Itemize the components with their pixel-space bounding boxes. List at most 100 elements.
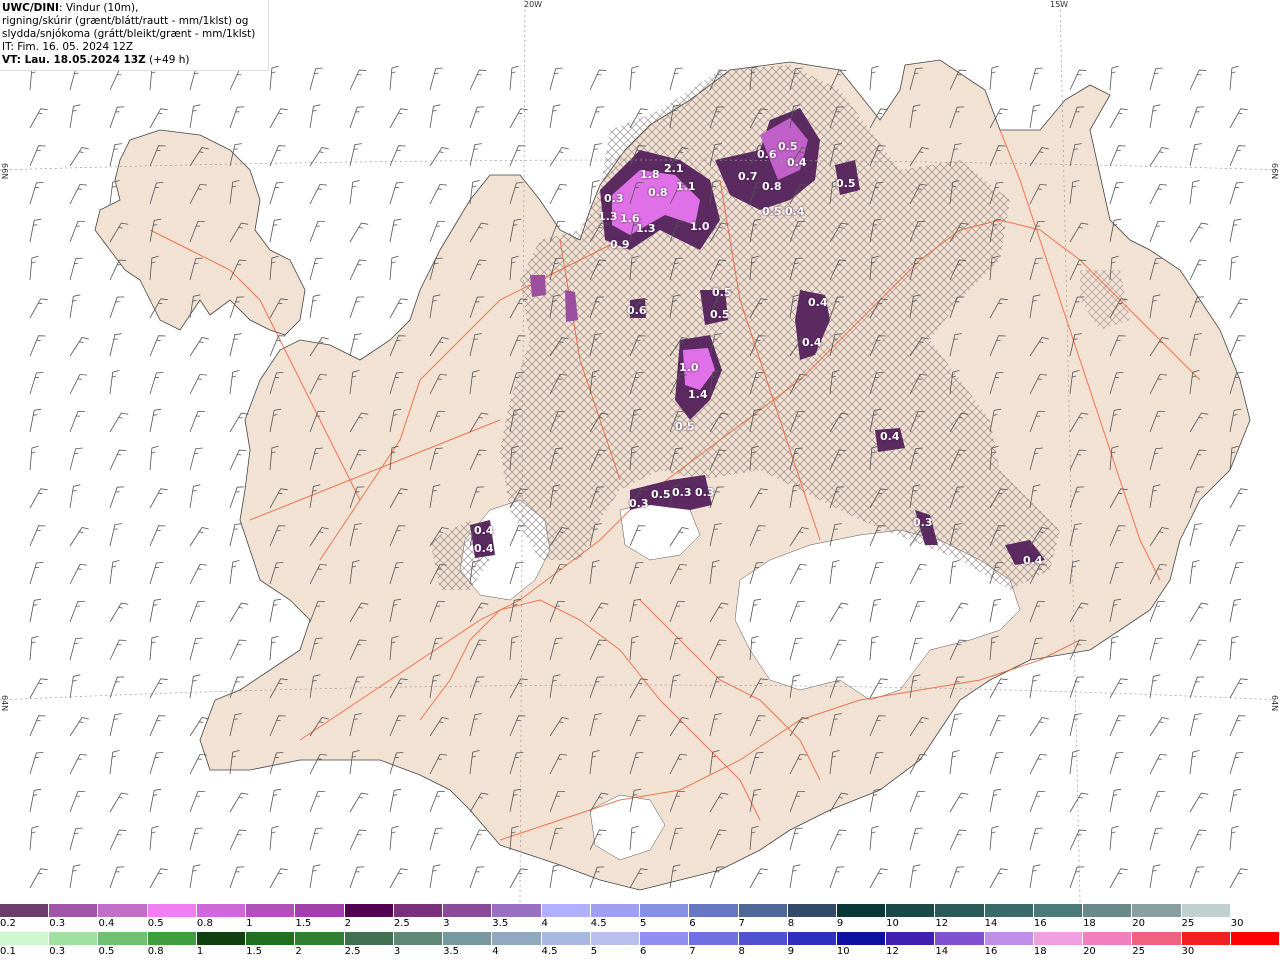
precip-value-label: 0.5 <box>675 420 695 433</box>
lon-label-15w: 15W <box>1050 0 1069 9</box>
scale-swatch <box>393 904 444 917</box>
scale-tick-label: 5 <box>590 946 598 957</box>
scale-swatch <box>1033 932 1084 945</box>
scale-tick-label: 10 <box>886 918 899 929</box>
lat-label-64n-left: 64N <box>0 695 9 712</box>
scale-tick-label: 1 <box>196 946 204 957</box>
scale-swatch <box>935 904 985 917</box>
snow-scale-ticks: 0.2 0.3 0.4 0.5 0.8 1 1.5 2 2.5 3 3.5 4 4.5 5 6 7 8 9 10 12… <box>0 918 1280 931</box>
scale-swatch <box>1083 932 1133 945</box>
precip-value-label: 0.4 <box>474 524 494 537</box>
scale-swatch <box>0 932 50 945</box>
scale-swatch <box>787 932 837 945</box>
scale-swatch <box>246 904 296 917</box>
scale-tick-label: 0.5 <box>98 946 115 957</box>
scale-tick-label: 0.2 <box>0 918 16 929</box>
scale-swatch <box>295 904 345 917</box>
forecast-hour: (+49 h) <box>145 54 190 66</box>
scale-swatch <box>492 932 542 945</box>
scale-swatch <box>541 932 591 945</box>
scale-swatch <box>886 932 936 945</box>
scale-tick-label: 8 <box>738 946 745 957</box>
valid-time: VT: Lau. 18.05.2024 13Z <box>2 54 146 66</box>
scale-tick-label: 16 <box>1033 918 1047 929</box>
precip-value-label: 0.4 <box>474 542 494 555</box>
scale-swatch <box>836 932 887 945</box>
scale-swatch <box>886 904 936 917</box>
scale-tick-label: 5 <box>640 918 647 929</box>
scale-tick-label: 9 <box>787 946 795 957</box>
scale-tick-label: 12 <box>935 918 949 929</box>
scale-swatch <box>590 932 641 945</box>
scale-tick-label: 7 <box>738 918 745 929</box>
scale-swatch <box>1230 932 1280 945</box>
scale-swatch <box>984 932 1034 945</box>
scale-swatch <box>98 932 148 945</box>
scale-swatch <box>443 904 493 917</box>
scale-tick-label: 18 <box>1033 946 1047 957</box>
scale-swatch <box>49 904 99 917</box>
precip-value-label: 0.3 <box>695 486 715 499</box>
scale-tick-label: 0.4 <box>98 918 115 929</box>
precip-value-label: 0.6 <box>627 304 647 317</box>
precip-value-label: 0.8 <box>762 180 782 193</box>
precip-value-label: 0.3 <box>629 497 649 510</box>
initial-time: IT: Fim. 16. 05. 2024 12Z <box>2 41 134 53</box>
scale-swatch <box>1083 904 1133 917</box>
scale-tick-label: 8 <box>787 918 795 929</box>
precip-value-label: 0.5 <box>712 286 732 299</box>
rain-scale-ticks: 0.1 0.3 0.5 0.8 1 1.5 2 2.5 3 3.5 4 4.5 5 6 7 8 9 10 12 14 1… <box>0 946 1280 959</box>
scale-tick-label: 2 <box>295 946 302 957</box>
scale-swatch <box>836 904 887 917</box>
title-text: : Vindur (10m), <box>58 2 139 14</box>
scale-swatch <box>689 932 739 945</box>
scale-swatch <box>0 904 50 917</box>
precip-value-label: 0.8 <box>648 186 668 199</box>
scale-tick-label: 30 <box>1181 946 1195 957</box>
scale-tick-label: 1 <box>246 918 253 929</box>
scale-tick-label: 1.5 <box>246 946 263 957</box>
scale-tick-label: 3.5 <box>492 918 509 929</box>
precip-value-label: 0.4 <box>1023 554 1043 567</box>
lon-label-20w: 20W <box>524 0 543 9</box>
precip-value-label: 1.0 <box>690 220 710 233</box>
scale-swatch <box>738 904 788 917</box>
lat-label-66n-left: 66N <box>0 163 9 180</box>
scale-swatch <box>738 932 788 945</box>
scale-tick-label: 0.8 <box>147 946 164 957</box>
scale-tick-label: 4 <box>492 946 499 957</box>
scale-tick-label: 6 <box>689 918 696 929</box>
scale-swatch <box>1132 932 1182 945</box>
rain-color-scale <box>0 932 1280 945</box>
scale-swatch <box>935 932 985 945</box>
precip-value-label: 0.4 <box>808 296 828 309</box>
scale-swatch <box>344 904 394 917</box>
scale-tick-label: 14 <box>935 946 949 957</box>
precip-value-label: 0.4 <box>787 156 807 169</box>
scale-tick-label: 25 <box>1132 946 1146 957</box>
legend-line-rain: rigning/skúrir (grænt/blátt/rautt - mm/1… <box>2 15 249 27</box>
scale-tick-label: 4 <box>541 918 548 929</box>
scale-tick-label: 16 <box>984 946 998 957</box>
scale-tick-label: 7 <box>689 946 696 957</box>
scale-tick-label: 12 <box>886 946 899 957</box>
scale-swatch <box>196 932 247 945</box>
scale-swatch <box>196 904 247 917</box>
scale-swatch <box>246 932 296 945</box>
scale-tick-label: 20 <box>1132 918 1146 929</box>
precip-value-label: 1.4 <box>688 388 708 401</box>
precip-value-label: 1.3 <box>598 210 618 223</box>
scale-swatch <box>344 932 394 945</box>
precip-value-label: 0.5 <box>710 308 730 321</box>
scale-swatch <box>1033 904 1084 917</box>
legend-line-snow: slydda/snjókoma (grátt/bleikt/grænt - mm… <box>2 28 256 40</box>
scale-tick-label: 0.8 <box>196 918 213 929</box>
scale-tick-label: 2 <box>344 918 351 929</box>
scale-swatch <box>689 904 739 917</box>
precip-blob <box>530 275 546 297</box>
map-legend-header: UWC/DINI: Vindur (10m), rigning/skúrir (… <box>0 0 269 71</box>
precip-value-label: 0.5 <box>778 140 798 153</box>
scale-swatch <box>443 932 493 945</box>
scale-swatch <box>1181 904 1231 917</box>
precip-value-label: 0.4 <box>785 205 805 218</box>
